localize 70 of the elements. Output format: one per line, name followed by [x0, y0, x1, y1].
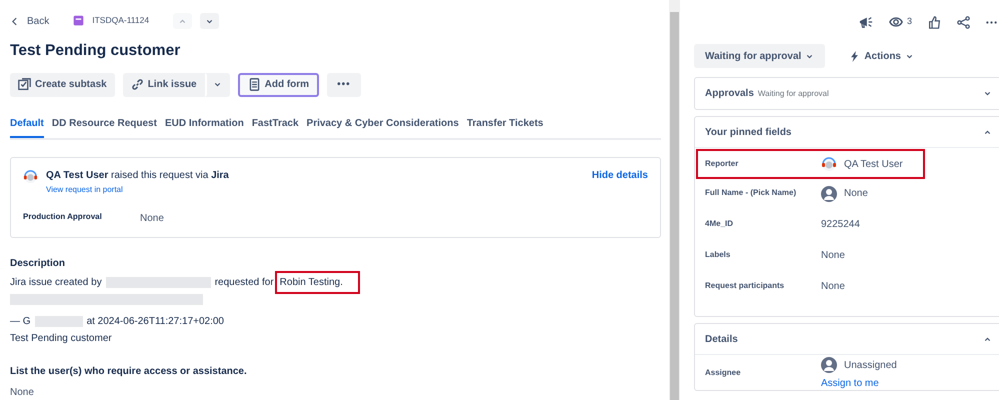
tab[interactable]: Default [10, 116, 44, 138]
tab[interactable]: Transfer Tickets [466, 116, 544, 138]
description-text: Jira issue created by [10, 276, 102, 289]
link-icon [130, 78, 144, 92]
panel-header[interactable]: Approvals Waiting for approval [695, 78, 999, 109]
default-avatar-icon [821, 357, 837, 373]
toolbar-button[interactable]: Add form [238, 72, 320, 97]
question-heading: List the user(s) who require access or assistance. [10, 364, 248, 378]
toolbar-button[interactable]: Create subtask [10, 72, 115, 97]
toolbar-button[interactable]: Link issue [122, 72, 205, 97]
tab[interactable]: EUD Information [164, 116, 244, 138]
description-text: requested for [214, 276, 274, 289]
assign-to-me-link[interactable]: Assign to me [821, 377, 879, 390]
lightning-icon [849, 50, 860, 62]
field-value: QA Test User [844, 158, 903, 170]
back-link[interactable]: Back [10, 14, 50, 28]
issue-key-link[interactable]: ITSDQA-11124 [73, 15, 150, 27]
back-icon [10, 16, 19, 26]
panel-title: Details [705, 332, 738, 346]
redacted-block [34, 316, 83, 327]
scrollbar[interactable] [669, 0, 680, 400]
form-icon [248, 78, 261, 92]
field-label: Assignee [705, 368, 742, 379]
panel-header[interactable]: Details [695, 324, 999, 355]
hide-details-link[interactable]: Hide details [592, 168, 648, 182]
panel-title: Approvals [705, 87, 754, 100]
request-type-icon [73, 15, 84, 26]
field-label: Full Name - (Pick Name) [705, 188, 798, 199]
tab[interactable]: FastTrack [252, 116, 299, 138]
next-button[interactable] [200, 13, 220, 29]
field-value: None [140, 212, 164, 225]
description-text: at 2024-06-26T11:27:17+02:00 [86, 314, 224, 328]
field-value: 9225244 [821, 218, 860, 231]
description-text: Test Pending customer [10, 332, 113, 345]
actions-dropdown[interactable]: Actions [841, 44, 922, 68]
default-avatar-icon [821, 186, 837, 202]
answer-text: None [10, 386, 35, 399]
tab[interactable]: Privacy & Cyber Considerations [306, 116, 459, 138]
field-value: None [844, 187, 868, 200]
field-label: 4Me_ID [705, 219, 734, 230]
field-label: Reporter [705, 158, 740, 170]
field-label: Labels [705, 250, 732, 261]
field-label: Request participants [705, 281, 786, 292]
raised-request-text: QA Test User raised this request via Jira [46, 168, 229, 182]
share-icon [957, 16, 970, 28]
tab[interactable]: DD Resource Request [52, 116, 157, 138]
portal-link[interactable]: View request in portal [46, 184, 123, 195]
dropdown-button[interactable] [204, 72, 230, 97]
reporter-avatar-icon [23, 168, 38, 184]
panel-header[interactable]: Your pinned fields [695, 117, 999, 148]
subtask-icon [18, 78, 31, 92]
eye-icon [888, 15, 903, 29]
field-value: None [821, 249, 845, 262]
more-button[interactable]: ••• [327, 72, 361, 97]
previous-button[interactable] [173, 13, 192, 29]
description-text: — G [10, 314, 31, 328]
description-heading: Description [10, 256, 66, 270]
panel-title: Your pinned fields [705, 126, 792, 138]
description-text: Robin Testing. [278, 274, 357, 291]
chevron-down-icon [983, 89, 992, 98]
status-dropdown[interactable]: Waiting for approval [694, 44, 826, 68]
field-value: Unassigned [844, 358, 897, 372]
field-label: Production Approval [23, 212, 103, 223]
thumbs-up-icon [928, 16, 941, 28]
field-value: None [821, 280, 845, 293]
megaphone-icon [858, 15, 873, 29]
watcher-count: 3 [906, 16, 912, 28]
issue-title: Test Pending customer [10, 42, 182, 61]
user-avatar-icon [821, 156, 837, 172]
panel-subtitle: Waiting for approval [758, 89, 829, 100]
